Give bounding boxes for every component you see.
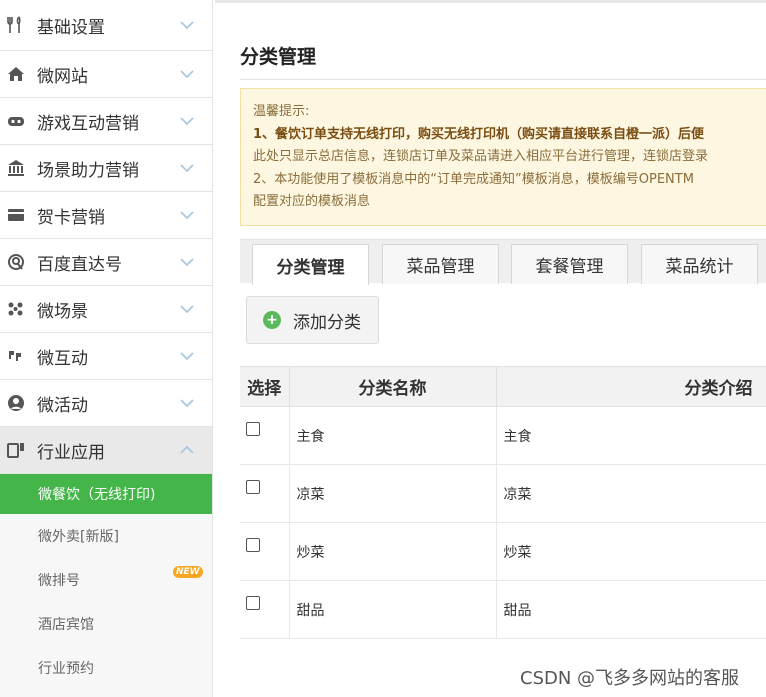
add-category-label: 添加分类 (293, 312, 361, 333)
sidebar-item-label: 微活动 (37, 395, 88, 416)
sidebar-item-baidu-direct[interactable]: 百度直达号 (0, 239, 212, 286)
table-row: 凉菜 凉菜 (240, 464, 766, 523)
table-header-row: 选择 分类名称 分类介绍 (240, 366, 766, 407)
row-checkbox[interactable] (246, 595, 260, 610)
industry-icon (6, 440, 26, 460)
category-name-cell: 主食 (289, 406, 497, 465)
chevron-down-icon[interactable] (174, 346, 200, 366)
home-icon (6, 64, 26, 84)
tab-category-management[interactable]: 分类管理 (252, 244, 369, 285)
sidebar: 基础设置 微网站 游戏互动营销 场景助力营销 贺卡营销 百度直达号 微场景 微互… (0, 0, 213, 697)
row-checkbox[interactable] (246, 537, 260, 552)
chevron-down-icon[interactable] (174, 299, 200, 319)
sidebar-item-micro-activity[interactable]: 微活动 (0, 380, 212, 427)
sidebar-item-greeting-card[interactable]: 贺卡营销 (0, 192, 212, 239)
sidebar-submenu: 微餐饮（无线打印) 微外卖[新版] 微排号 NEW 酒店宾馆 行业预约 (0, 474, 212, 690)
utensils-icon (6, 15, 26, 35)
sidebar-subitem-queue[interactable]: 微排号 NEW (0, 558, 212, 602)
sidebar-item-label: 场景助力营销 (37, 160, 139, 181)
app: 基础设置 微网站 游戏互动营销 场景助力营销 贺卡营销 百度直达号 微场景 微互… (0, 0, 766, 697)
sidebar-item-basic-settings[interactable]: 基础设置 (0, 0, 212, 51)
sidebar-item-micro-interact[interactable]: 微互动 (0, 333, 212, 380)
sidebar-item-label: 贺卡营销 (37, 207, 105, 228)
row-checkbox[interactable] (246, 479, 260, 494)
tab-set-meal-management[interactable]: 套餐管理 (511, 244, 628, 284)
row-checkbox[interactable] (246, 421, 260, 436)
tip-box: 温馨提示: 1、餐饮订单支持无线打印，购买无线打印机（购买请直接联系自橙一派）后… (240, 88, 766, 226)
tip-title: 温馨提示: (253, 104, 310, 119)
tip-line: 2、本功能使用了模板消息中的“订单完成通知”模板消息，模板编号OPENTM (253, 171, 694, 187)
gamepad-icon (6, 111, 26, 131)
tip-line: 配置对应的模板消息 (253, 194, 371, 209)
chevron-down-icon[interactable] (174, 15, 200, 35)
interact-icon (6, 346, 26, 366)
column-header-select: 选择 (240, 366, 290, 407)
sidebar-subitem-takeout[interactable]: 微外卖[新版] (0, 514, 212, 558)
sidebar-item-label: 百度直达号 (37, 254, 122, 275)
sidebar-item-label: 微互动 (37, 348, 88, 369)
tab-dish-management[interactable]: 菜品管理 (382, 244, 499, 284)
chevron-down-icon[interactable] (174, 393, 200, 413)
sidebar-item-industry-apps[interactable]: 行业应用 (0, 427, 212, 474)
sidebar-subitem-catering[interactable]: 微餐饮（无线打印) (0, 474, 212, 514)
table-row: 炒菜 炒菜 (240, 522, 766, 581)
main-content: 分类管理 温馨提示: 1、餐饮订单支持无线打印，购买无线打印机（购买请直接联系自… (240, 0, 766, 697)
sidebar-item-micro-scene[interactable]: 微场景 (0, 286, 212, 333)
column-header-intro: 分类介绍 (496, 366, 766, 407)
category-name-cell: 凉菜 (289, 464, 497, 523)
chevron-down-icon[interactable] (174, 64, 200, 84)
sidebar-item-label: 行业应用 (37, 442, 105, 463)
table-row: 主食 主食 (240, 406, 766, 465)
bank-icon (6, 158, 26, 178)
sidebar-subitem-hotel[interactable]: 酒店宾馆 (0, 602, 212, 646)
new-badge: NEW (173, 566, 203, 578)
sidebar-item-scene-marketing[interactable]: 场景助力营销 (0, 145, 212, 192)
plus-icon: + (263, 311, 281, 329)
chevron-down-icon[interactable] (174, 111, 200, 131)
category-intro-cell: 凉菜 (496, 464, 766, 523)
title-divider (240, 79, 766, 80)
chevron-down-icon[interactable] (174, 158, 200, 178)
category-name-cell: 甜品 (289, 580, 497, 639)
add-category-button[interactable]: + 添加分类 (246, 296, 379, 344)
card-icon (6, 205, 26, 225)
watermark: CSDN @飞多多网站的客服 (520, 668, 740, 689)
sidebar-subitem-booking[interactable]: 行业预约 (0, 646, 212, 690)
scene-icon (6, 299, 26, 319)
sidebar-item-microsite[interactable]: 微网站 (0, 51, 212, 98)
tab-dish-statistics[interactable]: 菜品统计 (641, 244, 758, 284)
chevron-up-icon[interactable] (174, 440, 200, 460)
sidebar-item-game-marketing[interactable]: 游戏互动营销 (0, 98, 212, 145)
table-row: 甜品 甜品 (240, 580, 766, 639)
category-table: 选择 分类名称 分类介绍 主食 主食 凉菜 凉菜 炒菜 炒菜 甜品 甜品 (240, 366, 766, 639)
chevron-down-icon[interactable] (174, 252, 200, 272)
category-intro-cell: 炒菜 (496, 522, 766, 581)
chevron-down-icon[interactable] (174, 205, 200, 225)
sidebar-item-label: 游戏互动营销 (37, 113, 139, 134)
page-title: 分类管理 (240, 46, 317, 68)
sidebar-item-label: 微场景 (37, 301, 88, 322)
baidu-icon (6, 252, 26, 272)
tip-line: 1、餐饮订单支持无线打印，购买无线打印机（购买请直接联系自橙一派）后便 (253, 126, 705, 142)
activity-icon (6, 393, 26, 413)
category-intro-cell: 甜品 (496, 580, 766, 639)
category-name-cell: 炒菜 (289, 522, 497, 581)
sidebar-item-label: 基础设置 (37, 17, 105, 38)
tip-line: 此处只显示总店信息，连锁店订单及菜品请进入相应平台进行管理，连锁店登录 (253, 149, 709, 164)
sidebar-subitem-label: 微排号 (38, 573, 80, 589)
tabs-bar: 分类管理 菜品管理 套餐管理 菜品统计 (240, 239, 766, 285)
category-intro-cell: 主食 (496, 406, 766, 465)
column-header-name: 分类名称 (289, 366, 497, 407)
sidebar-item-label: 微网站 (37, 66, 88, 87)
